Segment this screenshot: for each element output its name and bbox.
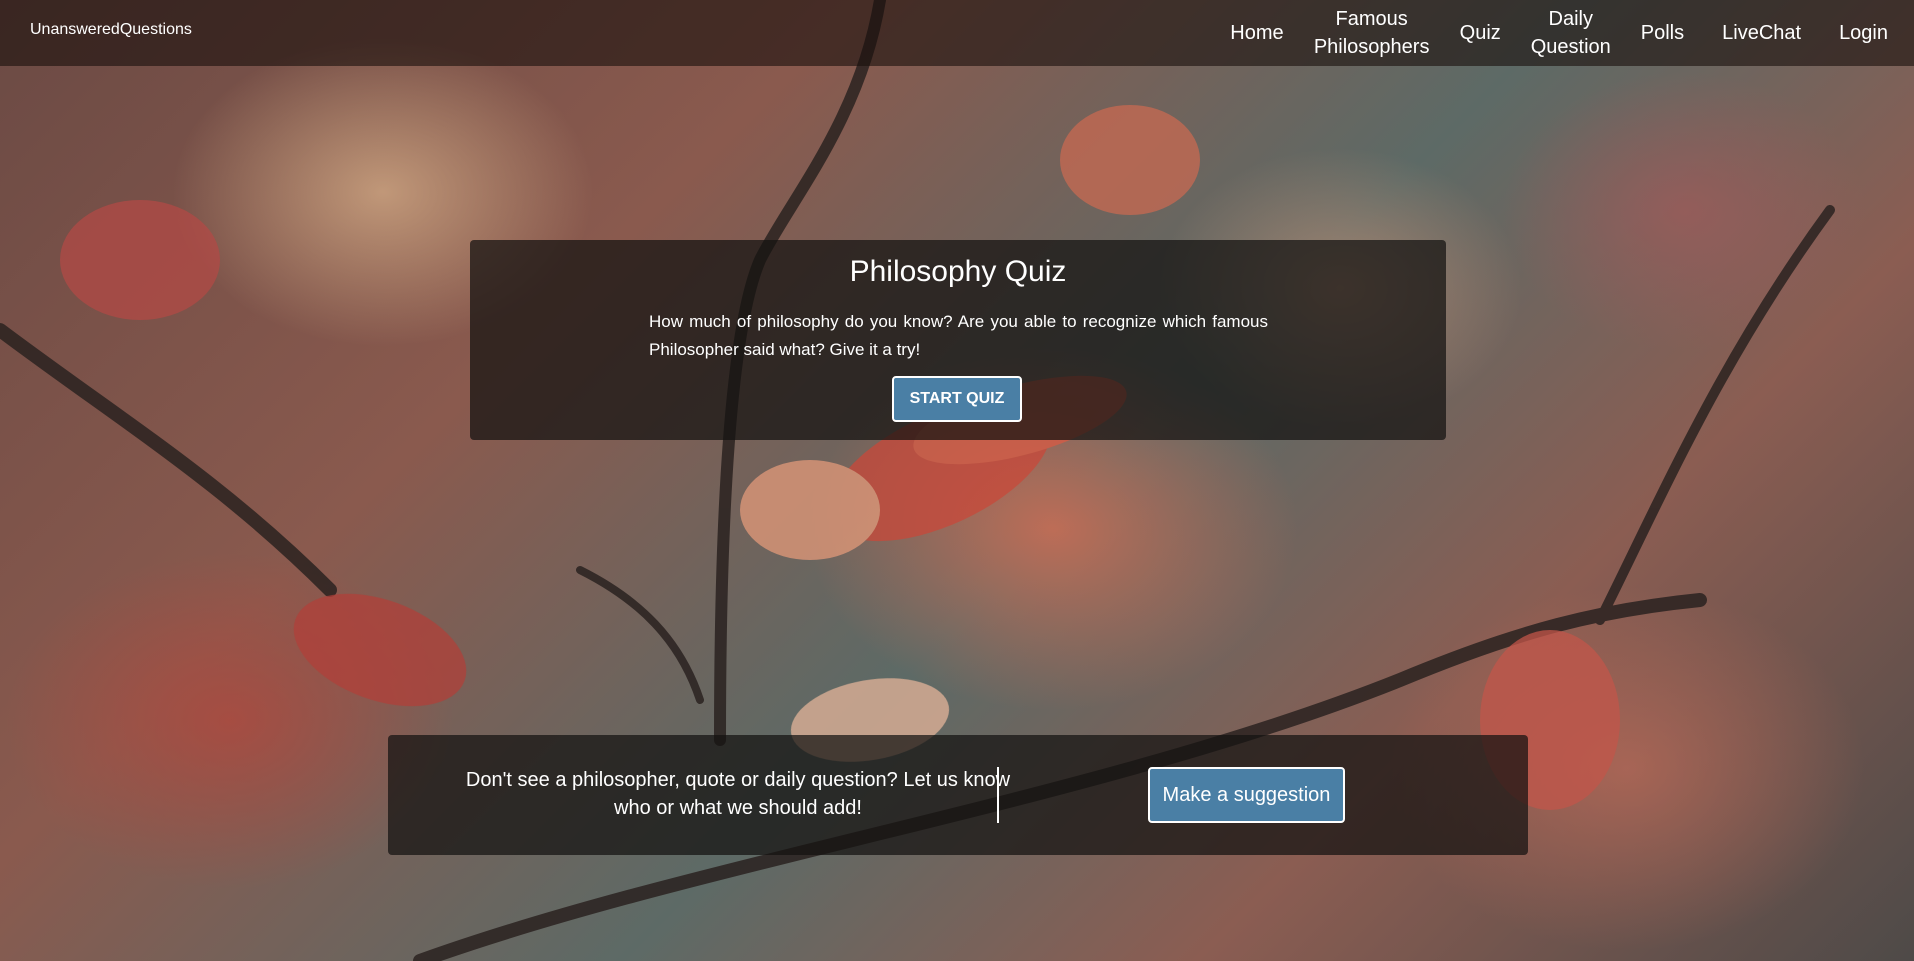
nav-item-livechat[interactable]: LiveChat — [1703, 19, 1820, 47]
navbar: UnansweredQuestions Home Famous Philosop… — [0, 0, 1914, 66]
nav-item-label-line2: Question — [1530, 36, 1611, 58]
nav-item-daily-question[interactable]: Daily Question — [1520, 5, 1622, 61]
start-quiz-button[interactable]: START QUIZ — [892, 376, 1022, 422]
nav-item-home[interactable]: Home — [1211, 19, 1302, 47]
make-suggestion-button[interactable]: Make a suggestion — [1148, 767, 1345, 823]
brand-link[interactable]: UnansweredQuestions — [30, 21, 192, 39]
nav-item-login[interactable]: Login — [1820, 19, 1914, 47]
suggestion-panel: Don't see a philosopher, quote or daily … — [388, 735, 1528, 855]
divider — [997, 767, 999, 823]
nav-item-famous-philosophers[interactable]: Famous Philosophers — [1303, 5, 1441, 61]
nav-menu: Home Famous Philosophers Quiz Daily Ques… — [1211, 0, 1914, 66]
quiz-description: How much of philosophy do you know? Are … — [649, 312, 1268, 359]
nav-item-label-line1: Famous — [1335, 8, 1408, 30]
nav-item-polls[interactable]: Polls — [1622, 19, 1703, 47]
suggestion-text: Don't see a philosopher, quote or daily … — [465, 769, 1011, 819]
nav-item-quiz[interactable]: Quiz — [1441, 19, 1520, 47]
nav-item-label-line1: Daily — [1548, 8, 1593, 30]
quiz-panel: Philosophy Quiz How much of philosophy d… — [470, 240, 1446, 440]
quiz-title: Philosophy Quiz — [849, 255, 1067, 288]
nav-item-label-line2: Philosophers — [1313, 36, 1430, 58]
